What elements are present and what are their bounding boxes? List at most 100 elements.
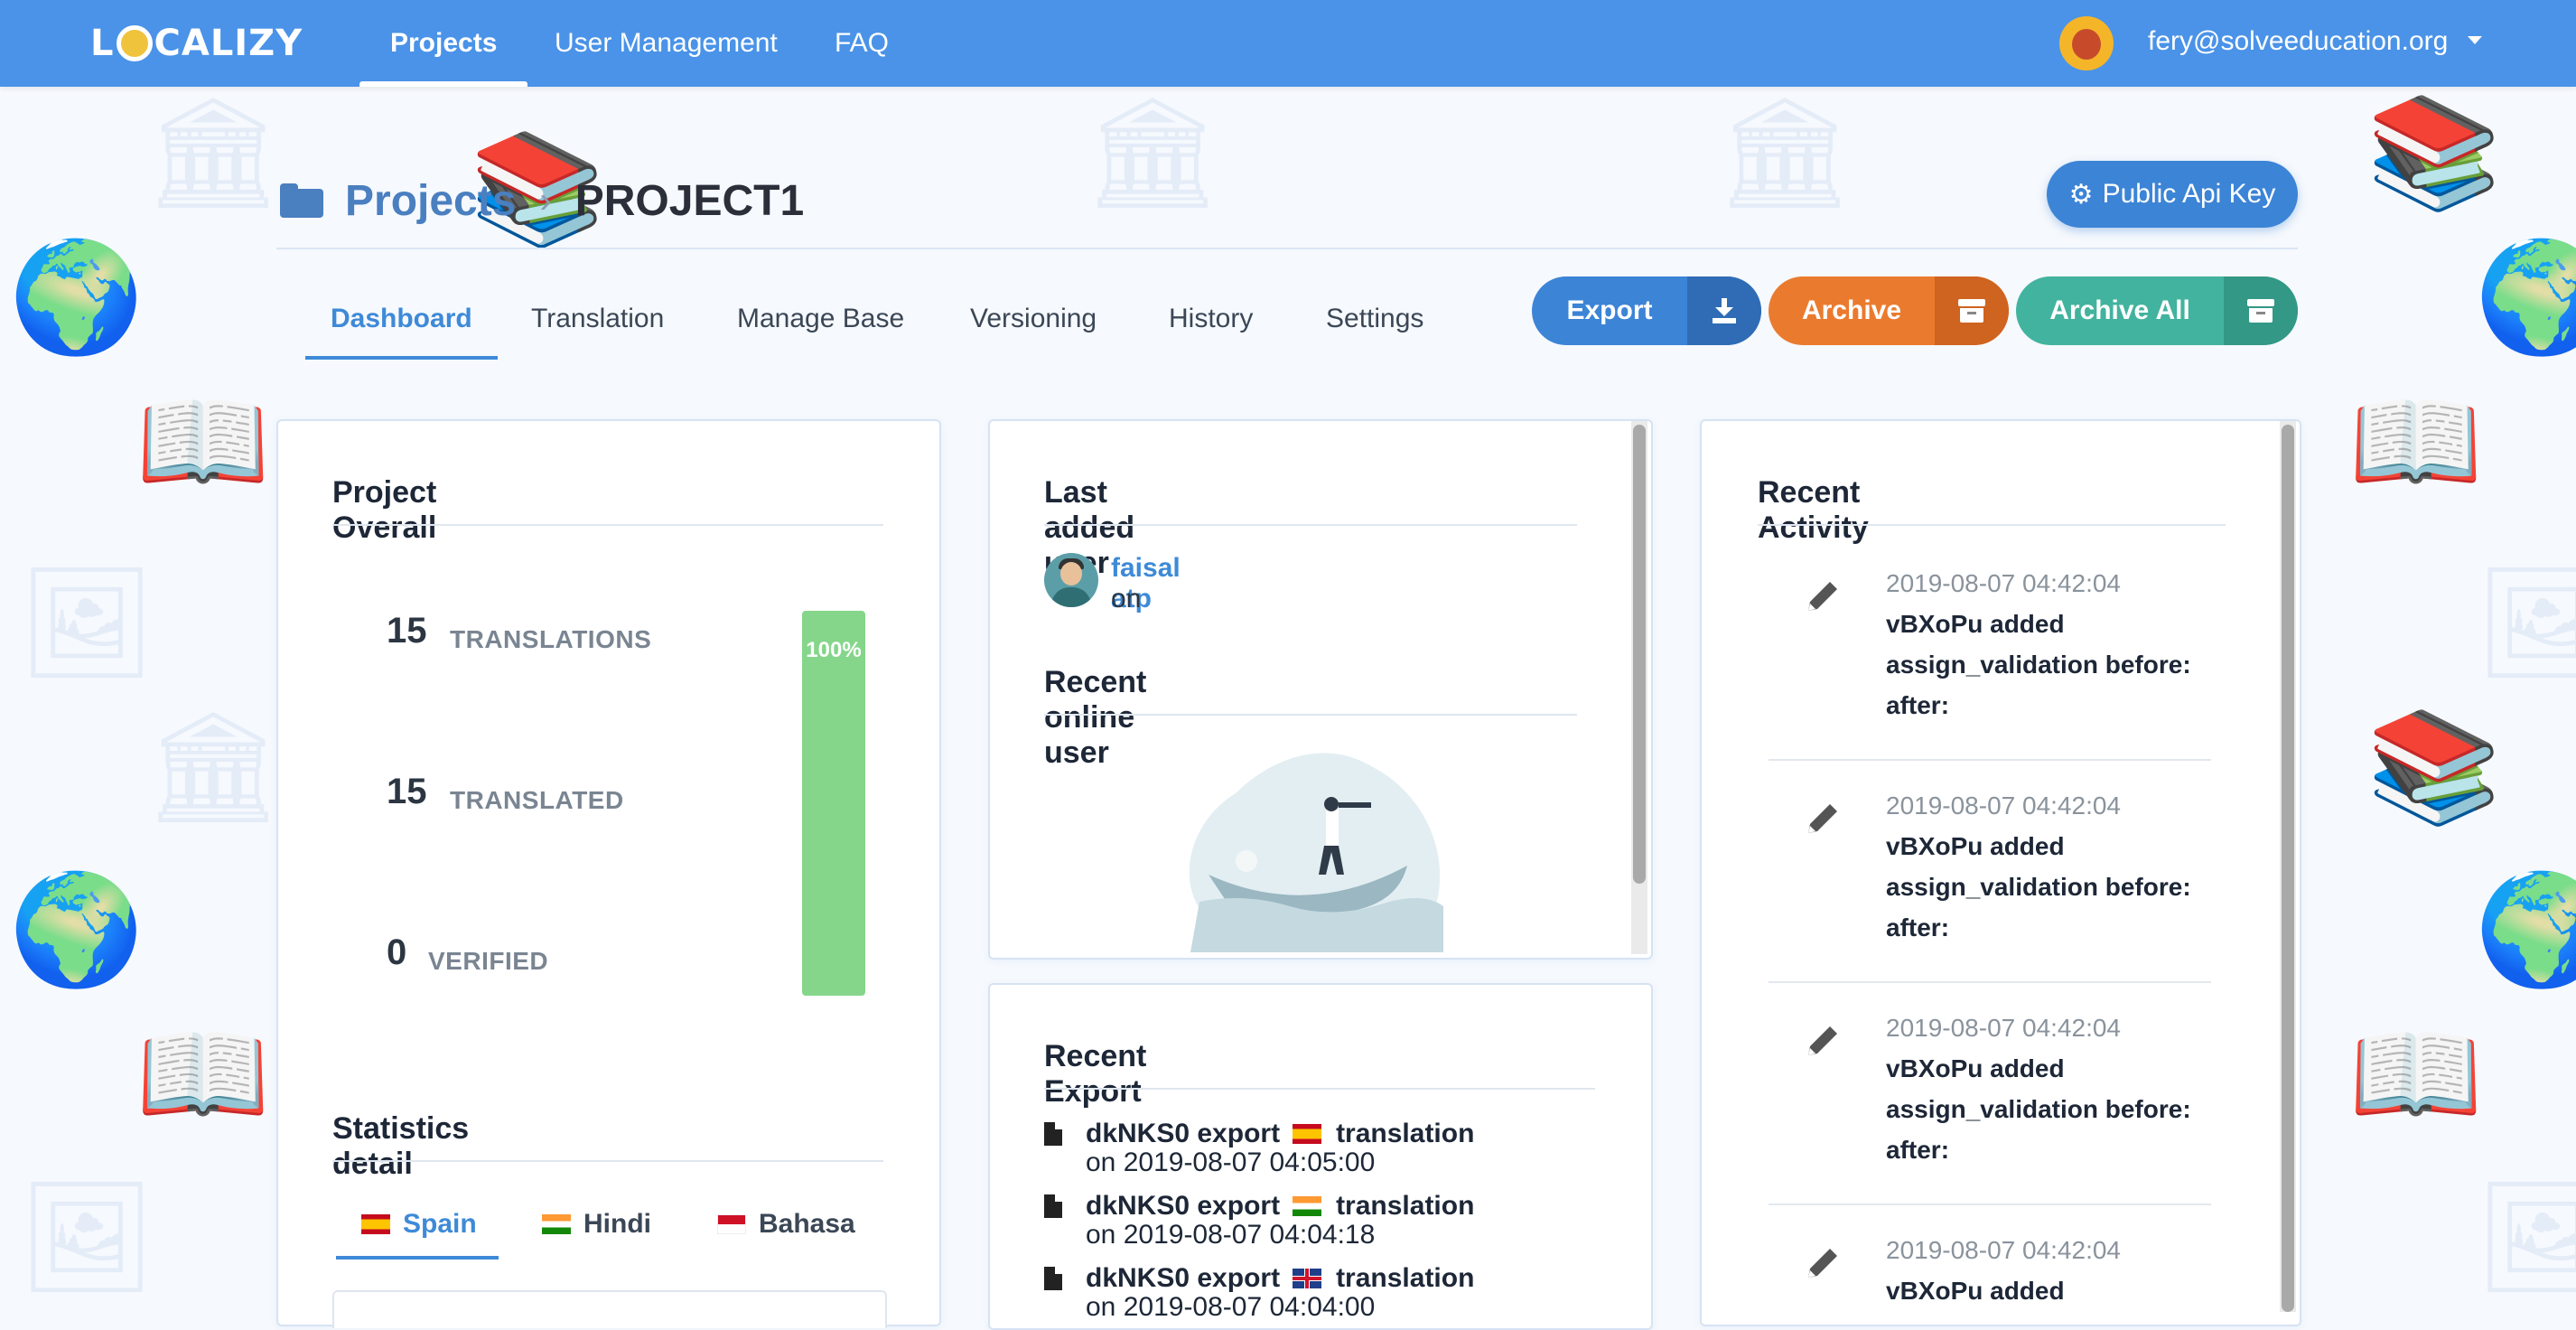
activity-divider bbox=[1769, 1204, 2211, 1205]
project-overall-title: Project Overall bbox=[332, 475, 437, 545]
archive-all-button[interactable]: Archive All bbox=[2016, 276, 2298, 345]
export-item-name: dkNKS0 export bbox=[1086, 1119, 1281, 1148]
breadcrumb-projects-link[interactable]: Projects bbox=[345, 176, 516, 226]
pencil-icon bbox=[1808, 1026, 1837, 1055]
folder-icon bbox=[280, 183, 323, 218]
file-icon bbox=[1044, 1122, 1062, 1146]
last-added-user-on: on bbox=[1111, 584, 1142, 613]
chevron-down-icon[interactable] bbox=[2468, 36, 2482, 44]
export-item-date: on 2019-08-07 04:04:18 bbox=[1086, 1220, 1376, 1250]
breadcrumb: Projects › PROJECT1 bbox=[280, 172, 804, 229]
header-divider bbox=[276, 248, 2298, 249]
lang-tab-label: Bahasa bbox=[759, 1209, 855, 1239]
pencil-icon bbox=[1808, 804, 1837, 833]
card-divider bbox=[332, 524, 883, 526]
export-item-type: translation bbox=[1336, 1191, 1475, 1221]
scrollbar[interactable] bbox=[1631, 421, 1647, 954]
card-divider bbox=[1044, 714, 1577, 716]
globe-doodle-icon: 🌍 bbox=[2475, 867, 2576, 993]
chevron-right-icon: › bbox=[539, 180, 552, 220]
export-item-type: translation bbox=[1336, 1119, 1475, 1148]
lang-tab-bahasa[interactable]: Bahasa bbox=[717, 1202, 855, 1247]
school-doodle-icon: 🏛 bbox=[1716, 90, 1854, 216]
board-doodle-icon: 🖼 bbox=[2475, 1175, 2576, 1300]
board-doodle-icon: 🖼 bbox=[2475, 560, 2576, 686]
export-item-name: dkNKS0 export bbox=[1086, 1191, 1281, 1221]
tab-versioning[interactable]: Versioning bbox=[970, 289, 1097, 349]
page-title: PROJECT1 bbox=[574, 176, 805, 225]
activity-divider bbox=[1769, 759, 2211, 761]
uk-flag-icon bbox=[1293, 1269, 1322, 1288]
india-flag-icon bbox=[1293, 1196, 1322, 1216]
app-logo[interactable]: L CALIZY bbox=[90, 20, 303, 67]
public-api-key-button[interactable]: ⚙ Public Api Key bbox=[2047, 161, 2298, 228]
download-icon bbox=[1687, 276, 1761, 345]
card-divider bbox=[1758, 524, 2226, 526]
spain-flag-icon bbox=[361, 1214, 390, 1234]
progress-percent: 100% bbox=[806, 638, 862, 662]
school-doodle-icon: 🏛 bbox=[145, 90, 283, 216]
books-doodle-icon: 📚 bbox=[2366, 705, 2502, 830]
card-divider bbox=[332, 1160, 883, 1162]
export-item-name: dkNKS0 export bbox=[1086, 1263, 1281, 1293]
lang-tab-label: Hindi bbox=[583, 1209, 651, 1239]
india-flag-icon bbox=[542, 1214, 571, 1234]
lang-tab-hindi[interactable]: Hindi bbox=[542, 1202, 651, 1247]
tab-settings[interactable]: Settings bbox=[1326, 289, 1423, 349]
pencil-icon bbox=[1808, 1249, 1837, 1278]
gear-icon: ⚙ bbox=[2068, 179, 2094, 210]
stat-translated-label: TRANSLATED bbox=[450, 786, 624, 814]
board-doodle-icon: 🖼 bbox=[18, 560, 156, 686]
activity-time: 2019-08-07 04:42:04 bbox=[1886, 569, 2121, 597]
export-item-date: on 2019-08-07 04:04:00 bbox=[1086, 1292, 1376, 1322]
public-api-key-label: Public Api Key bbox=[2102, 179, 2276, 209]
export-label: Export bbox=[1566, 295, 1653, 325]
lang-tab-label: Spain bbox=[403, 1209, 477, 1239]
tab-history[interactable]: History bbox=[1169, 289, 1253, 349]
spain-flag-icon bbox=[1293, 1124, 1322, 1144]
stat-verified-value: 0 bbox=[387, 932, 407, 972]
nav-user-management[interactable]: User Management bbox=[555, 0, 778, 87]
activity-text: vBXoPu added bbox=[1886, 1277, 2065, 1305]
statistics-table bbox=[332, 1290, 887, 1328]
book-doodle-icon: 📖 bbox=[135, 379, 271, 505]
activity-divider bbox=[1769, 981, 2211, 983]
user-avatar[interactable] bbox=[2059, 16, 2114, 70]
stat-translations-label: TRANSLATIONS bbox=[450, 625, 652, 653]
activity-time: 2019-08-07 04:42:04 bbox=[1886, 791, 2121, 820]
card-divider bbox=[1044, 1088, 1595, 1090]
scrollbar[interactable] bbox=[2280, 421, 2296, 1312]
recent-online-user-title: Recent online user bbox=[1044, 665, 1147, 770]
globe-doodle-icon: 🌍 bbox=[9, 867, 145, 993]
activity-text: vBXoPu added assign_validation before: a… bbox=[1886, 832, 2191, 941]
book-doodle-icon: 📖 bbox=[2348, 1012, 2484, 1138]
activity-text: vBXoPu added assign_validation before: a… bbox=[1886, 610, 2191, 719]
file-icon bbox=[1044, 1194, 1062, 1218]
tab-manage-base[interactable]: Manage Base bbox=[737, 289, 904, 349]
archive-button[interactable]: Archive bbox=[1769, 276, 2009, 345]
statistics-detail-title: Statistics detail bbox=[332, 1111, 470, 1181]
lang-tab-spain[interactable]: Spain bbox=[361, 1202, 477, 1247]
tab-dashboard[interactable]: Dashboard bbox=[305, 289, 498, 360]
activity-text: vBXoPu added assign_validation before: a… bbox=[1886, 1054, 2191, 1164]
archive-label: Archive bbox=[1801, 295, 1902, 325]
lang-tab-indicator bbox=[336, 1256, 499, 1260]
pencil-icon bbox=[1808, 582, 1837, 611]
board-doodle-icon: 🖼 bbox=[18, 1175, 156, 1300]
user-email[interactable]: fery@solveeducation.org bbox=[2148, 0, 2448, 87]
export-item-type: translation bbox=[1336, 1263, 1475, 1293]
school-doodle-icon: 🏛 bbox=[1084, 90, 1222, 216]
nav-faq[interactable]: FAQ bbox=[835, 0, 889, 87]
stat-verified-label: VERIFIED bbox=[428, 947, 549, 975]
tab-translation[interactable]: Translation bbox=[531, 289, 664, 349]
book-doodle-icon: 📖 bbox=[135, 1012, 271, 1138]
school-doodle-icon: 🏛 bbox=[145, 705, 283, 830]
globe-doodle-icon: 🌍 bbox=[9, 235, 145, 361]
nav-projects[interactable]: Projects bbox=[359, 0, 528, 87]
archive-all-label: Archive All bbox=[2049, 295, 2190, 325]
stat-translated-value: 15 bbox=[387, 772, 427, 811]
archive-box-icon bbox=[2224, 276, 2298, 345]
export-button[interactable]: Export bbox=[1532, 276, 1761, 345]
books-doodle-icon: 📚 bbox=[2366, 90, 2502, 216]
export-item-date: on 2019-08-07 04:05:00 bbox=[1086, 1147, 1376, 1177]
